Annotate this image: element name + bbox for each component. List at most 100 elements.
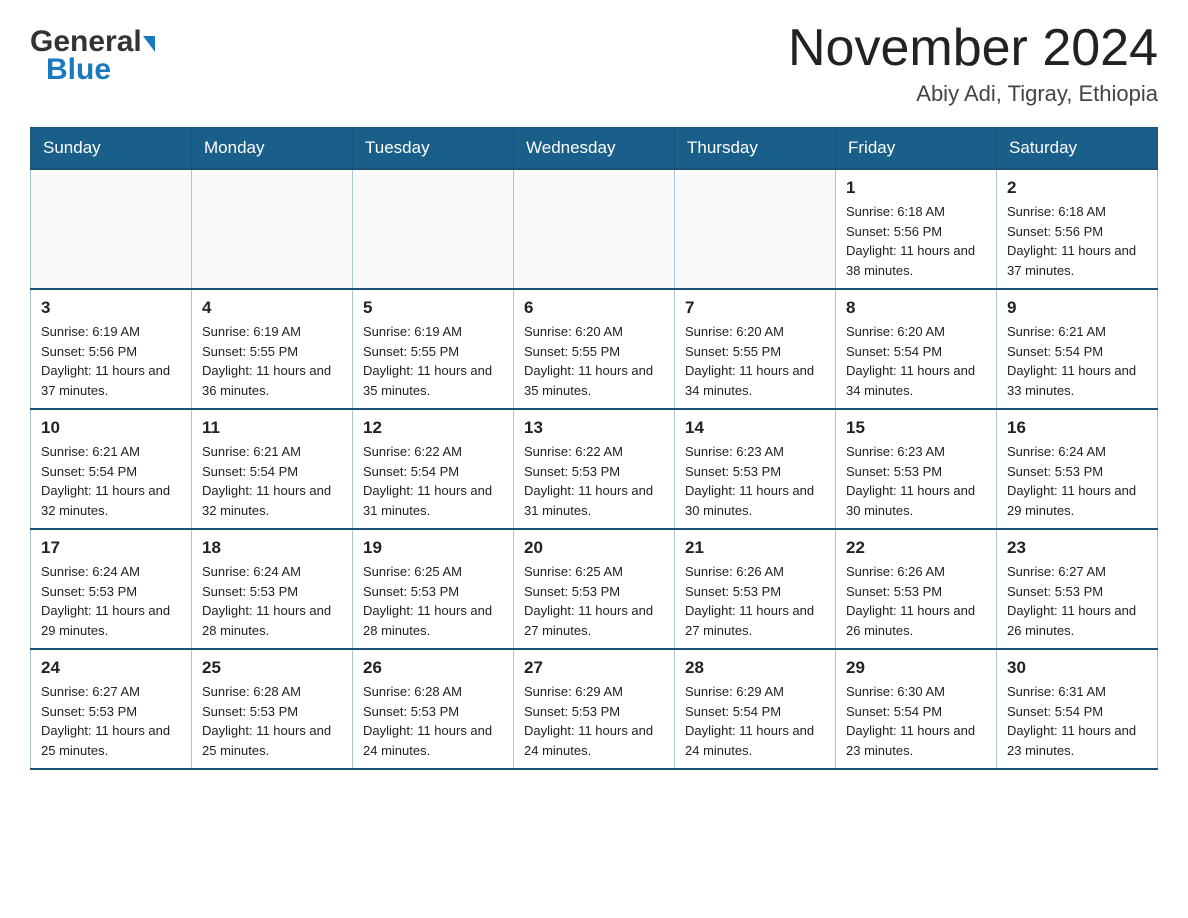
calendar-cell: 22 Sunrise: 6:26 AMSunset: 5:53 PMDayligh… <box>836 529 997 649</box>
day-info: Sunrise: 6:20 AMSunset: 5:55 PMDaylight:… <box>524 322 664 400</box>
day-number: 17 <box>41 538 181 558</box>
day-number: 4 <box>202 298 342 318</box>
day-info: Sunrise: 6:25 AMSunset: 5:53 PMDaylight:… <box>363 562 503 640</box>
calendar-cell: 30 Sunrise: 6:31 AMSunset: 5:54 PMDayligh… <box>997 649 1158 769</box>
calendar-cell: 23 Sunrise: 6:27 AMSunset: 5:53 PMDayligh… <box>997 529 1158 649</box>
calendar-title: November 2024 <box>788 20 1158 77</box>
day-info: Sunrise: 6:27 AMSunset: 5:53 PMDaylight:… <box>1007 562 1147 640</box>
day-info: Sunrise: 6:27 AMSunset: 5:53 PMDaylight:… <box>41 682 181 760</box>
day-number: 15 <box>846 418 986 438</box>
col-wednesday: Wednesday <box>514 128 675 170</box>
calendar-cell: 6 Sunrise: 6:20 AMSunset: 5:55 PMDaylight… <box>514 289 675 409</box>
day-number: 16 <box>1007 418 1147 438</box>
col-monday: Monday <box>192 128 353 170</box>
col-thursday: Thursday <box>675 128 836 170</box>
calendar-cell: 27 Sunrise: 6:29 AMSunset: 5:53 PMDayligh… <box>514 649 675 769</box>
day-info: Sunrise: 6:26 AMSunset: 5:53 PMDaylight:… <box>685 562 825 640</box>
day-number: 5 <box>363 298 503 318</box>
calendar-cell: 15 Sunrise: 6:23 AMSunset: 5:53 PMDayligh… <box>836 409 997 529</box>
col-sunday: Sunday <box>31 128 192 170</box>
calendar-cell <box>514 169 675 289</box>
calendar-cell: 8Sunrise: 6:20 AMSunset: 5:54 PMDaylight… <box>836 289 997 409</box>
day-info: Sunrise: 6:23 AMSunset: 5:53 PMDaylight:… <box>685 442 825 520</box>
day-info: Sunrise: 6:24 AMSunset: 5:53 PMDaylight:… <box>202 562 342 640</box>
calendar-subtitle: Abiy Adi, Tigray, Ethiopia <box>788 81 1158 107</box>
day-info: Sunrise: 6:28 AMSunset: 5:53 PMDaylight:… <box>202 682 342 760</box>
page-header: General Blue November 2024 Abiy Adi, Tig… <box>30 20 1158 107</box>
calendar-cell: 2Sunrise: 6:18 AMSunset: 5:56 PMDaylight… <box>997 169 1158 289</box>
day-info: Sunrise: 6:19 AMSunset: 5:55 PMDaylight:… <box>363 322 503 400</box>
day-number: 30 <box>1007 658 1147 678</box>
day-info: Sunrise: 6:22 AMSunset: 5:53 PMDaylight:… <box>524 442 664 520</box>
calendar-cell: 3 Sunrise: 6:19 AMSunset: 5:56 PMDaylight… <box>31 289 192 409</box>
calendar-cell: 4 Sunrise: 6:19 AMSunset: 5:55 PMDaylight… <box>192 289 353 409</box>
day-info: Sunrise: 6:31 AMSunset: 5:54 PMDaylight:… <box>1007 682 1147 760</box>
calendar-week-row: 17 Sunrise: 6:24 AMSunset: 5:53 PMDayligh… <box>31 529 1158 649</box>
day-number: 12 <box>363 418 503 438</box>
day-info: Sunrise: 6:28 AMSunset: 5:53 PMDaylight:… <box>363 682 503 760</box>
calendar-week-row: 10 Sunrise: 6:21 AMSunset: 5:54 PMDayligh… <box>31 409 1158 529</box>
calendar-cell: 16 Sunrise: 6:24 AMSunset: 5:53 PMDayligh… <box>997 409 1158 529</box>
day-number: 13 <box>524 418 664 438</box>
day-info: Sunrise: 6:20 AMSunset: 5:55 PMDaylight:… <box>685 322 825 400</box>
day-info: Sunrise: 6:20 AMSunset: 5:54 PMDaylight:… <box>846 322 986 400</box>
calendar-week-row: 1 Sunrise: 6:18 AMSunset: 5:56 PMDaylight… <box>31 169 1158 289</box>
day-number: 29 <box>846 658 986 678</box>
day-info: Sunrise: 6:25 AMSunset: 5:53 PMDaylight:… <box>524 562 664 640</box>
day-number: 7 <box>685 298 825 318</box>
calendar-cell: 7 Sunrise: 6:20 AMSunset: 5:55 PMDaylight… <box>675 289 836 409</box>
day-info: Sunrise: 6:29 AMSunset: 5:53 PMDaylight:… <box>524 682 664 760</box>
day-number: 21 <box>685 538 825 558</box>
day-info: Sunrise: 6:21 AMSunset: 5:54 PMDaylight:… <box>41 442 181 520</box>
calendar-cell <box>31 169 192 289</box>
day-info: Sunrise: 6:18 AMSunset: 5:56 PMDaylight:… <box>846 202 986 280</box>
day-number: 27 <box>524 658 664 678</box>
calendar-cell: 19 Sunrise: 6:25 AMSunset: 5:53 PMDayligh… <box>353 529 514 649</box>
calendar-cell: 1 Sunrise: 6:18 AMSunset: 5:56 PMDaylight… <box>836 169 997 289</box>
calendar-cell: 28 Sunrise: 6:29 AMSunset: 5:54 PMDayligh… <box>675 649 836 769</box>
calendar-cell: 13 Sunrise: 6:22 AMSunset: 5:53 PMDayligh… <box>514 409 675 529</box>
col-tuesday: Tuesday <box>353 128 514 170</box>
calendar-week-row: 3 Sunrise: 6:19 AMSunset: 5:56 PMDaylight… <box>31 289 1158 409</box>
day-number: 11 <box>202 418 342 438</box>
calendar-cell: 24 Sunrise: 6:27 AMSunset: 5:53 PMDayligh… <box>31 649 192 769</box>
day-number: 10 <box>41 418 181 438</box>
day-number: 22 <box>846 538 986 558</box>
calendar-week-row: 24 Sunrise: 6:27 AMSunset: 5:53 PMDayligh… <box>31 649 1158 769</box>
day-info: Sunrise: 6:19 AMSunset: 5:55 PMDaylight:… <box>202 322 342 400</box>
day-number: 14 <box>685 418 825 438</box>
day-info: Sunrise: 6:24 AMSunset: 5:53 PMDaylight:… <box>1007 442 1147 520</box>
day-number: 24 <box>41 658 181 678</box>
calendar-cell: 21 Sunrise: 6:26 AMSunset: 5:53 PMDayligh… <box>675 529 836 649</box>
day-info: Sunrise: 6:23 AMSunset: 5:53 PMDaylight:… <box>846 442 986 520</box>
title-block: November 2024 Abiy Adi, Tigray, Ethiopia <box>788 20 1158 107</box>
calendar-cell <box>675 169 836 289</box>
calendar-cell: 20Sunrise: 6:25 AMSunset: 5:53 PMDayligh… <box>514 529 675 649</box>
day-number: 28 <box>685 658 825 678</box>
day-info: Sunrise: 6:30 AMSunset: 5:54 PMDaylight:… <box>846 682 986 760</box>
day-number: 25 <box>202 658 342 678</box>
calendar-cell <box>353 169 514 289</box>
day-number: 9 <box>1007 298 1147 318</box>
day-number: 18 <box>202 538 342 558</box>
day-info: Sunrise: 6:21 AMSunset: 5:54 PMDaylight:… <box>1007 322 1147 400</box>
calendar-cell: 25 Sunrise: 6:28 AMSunset: 5:53 PMDayligh… <box>192 649 353 769</box>
day-info: Sunrise: 6:24 AMSunset: 5:53 PMDaylight:… <box>41 562 181 640</box>
calendar-cell: 14 Sunrise: 6:23 AMSunset: 5:53 PMDayligh… <box>675 409 836 529</box>
day-info: Sunrise: 6:29 AMSunset: 5:54 PMDaylight:… <box>685 682 825 760</box>
calendar-header-row: Sunday Monday Tuesday Wednesday Thursday… <box>31 128 1158 170</box>
calendar-cell: 9 Sunrise: 6:21 AMSunset: 5:54 PMDaylight… <box>997 289 1158 409</box>
day-number: 6 <box>524 298 664 318</box>
day-info: Sunrise: 6:21 AMSunset: 5:54 PMDaylight:… <box>202 442 342 520</box>
calendar-cell: 17 Sunrise: 6:24 AMSunset: 5:53 PMDayligh… <box>31 529 192 649</box>
calendar-cell: 26Sunrise: 6:28 AMSunset: 5:53 PMDayligh… <box>353 649 514 769</box>
day-info: Sunrise: 6:19 AMSunset: 5:56 PMDaylight:… <box>41 322 181 400</box>
logo-arrow-icon <box>143 36 155 52</box>
day-number: 19 <box>363 538 503 558</box>
day-number: 23 <box>1007 538 1147 558</box>
day-number: 1 <box>846 178 986 198</box>
col-saturday: Saturday <box>997 128 1158 170</box>
day-number: 3 <box>41 298 181 318</box>
col-friday: Friday <box>836 128 997 170</box>
day-info: Sunrise: 6:26 AMSunset: 5:53 PMDaylight:… <box>846 562 986 640</box>
